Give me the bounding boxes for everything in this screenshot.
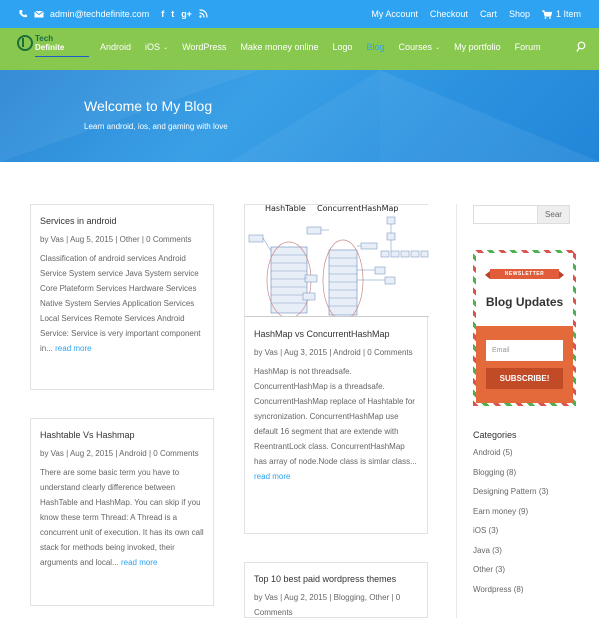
nav-item-forum[interactable]: Forum [515, 42, 541, 52]
post-meta: by Vas | Aug 5, 2015 | Other | 0 Comment… [40, 235, 192, 244]
category-link[interactable]: Other (3) [473, 560, 549, 580]
post-meta: by Vas | Aug 2, 2015 | Blogging, Other |… [254, 593, 401, 617]
read-more-link[interactable]: read more [121, 558, 157, 567]
newsletter-email-input[interactable]: Email [486, 340, 563, 361]
page-hero: Welcome to My Blog Learn android, ios, a… [0, 70, 599, 162]
rss-icon[interactable] [199, 9, 208, 18]
chevron-down-icon: ⌄ [163, 44, 169, 51]
sidebar-search-input[interactable] [473, 205, 539, 224]
post-meta: by Vas | Aug 3, 2015 | Android | 0 Comme… [254, 348, 413, 357]
chevron-down-icon: ⌄ [435, 44, 441, 51]
google-plus-icon[interactable]: g+ [181, 9, 192, 19]
search-icon[interactable] [576, 41, 586, 53]
hashmap-diagram-image: HashTable ConcurrentHashMap [248, 205, 429, 316]
phone-icon [19, 10, 27, 18]
thumb-label-concurrenthashmap: ConcurrentHashMap [317, 205, 398, 213]
nav-menu: Android iOS ⌄ WordPress Make money online… [100, 42, 555, 52]
read-more-link[interactable]: read more [55, 344, 91, 353]
nav-item-logo[interactable]: Logo [332, 42, 352, 52]
cart-count-link[interactable]: 1 Item [541, 9, 581, 19]
top-bar: admin@techdefinite.com f t g+ My Account… [0, 0, 599, 28]
post-meta: by Vas | Aug 2, 2015 | Android | 0 Comme… [40, 449, 199, 458]
post-card: Hashtable Vs Hashmap by Vas | Aug 2, 201… [30, 418, 214, 606]
post-title-link[interactable]: HashMap vs ConcurrentHashMap [254, 327, 418, 342]
post-excerpt-text: HashMap is not threadsafe. ConcurrentHas… [254, 367, 417, 466]
post-excerpt-text: There are some basic term you have to un… [40, 468, 204, 567]
contact-email-link[interactable]: admin@techdefinite.com [50, 9, 149, 19]
category-link[interactable]: iOS (3) [473, 521, 549, 541]
post-excerpt: There are some basic term you have to un… [40, 465, 204, 570]
post-title-link[interactable]: Services in android [40, 214, 204, 229]
post-excerpt: HashMap is not threadsafe. ConcurrentHas… [254, 364, 418, 484]
newsletter-widget: NEWSLETTER Blog Updates Email SUBSCRIBE! [473, 250, 576, 406]
subscribe-button[interactable]: SUBSCRIBE! [486, 368, 563, 389]
post-thumbnail[interactable]: HashTable ConcurrentHashMap [245, 205, 429, 317]
page-subtitle: Learn android, ios, and gaming with love [84, 122, 228, 131]
post-title-link[interactable]: Hashtable Vs Hashmap [40, 428, 204, 443]
nav-item-blog[interactable]: Blog [367, 42, 385, 52]
category-link[interactable]: Wordpress (8) [473, 580, 549, 600]
post-card: Top 10 best paid wordpress themes by Vas… [244, 562, 428, 618]
category-link[interactable]: Blogging (8) [473, 463, 549, 483]
nav-item-my-portfolio[interactable]: My portfolio [454, 42, 501, 52]
site-logo[interactable]: Tech Definite [17, 34, 89, 57]
nav-item-courses-label: Courses [398, 42, 433, 52]
cart-count-label: 1 Item [555, 9, 581, 19]
sidebar-search-button[interactable]: Sear [537, 205, 570, 224]
thumb-label-hashtable: HashTable [265, 205, 306, 213]
post-excerpt-text: Classification of android services Andro… [40, 254, 201, 353]
sidebar-divider [456, 204, 457, 618]
sidebar-search: Sear [473, 205, 570, 224]
post-card: Services in android by Vas | Aug 5, 2015… [30, 204, 214, 390]
page-title: Welcome to My Blog [84, 98, 213, 114]
category-link[interactable]: Java (3) [473, 541, 549, 561]
post-title-link[interactable]: Top 10 best paid wordpress themes [254, 572, 418, 587]
category-link[interactable]: Android (5) [473, 443, 549, 463]
nav-item-ios-label: iOS [145, 42, 161, 52]
twitter-icon[interactable]: t [171, 9, 174, 19]
envelope-icon [34, 10, 44, 18]
facebook-icon[interactable]: f [161, 9, 164, 19]
nav-item-android[interactable]: Android [100, 42, 131, 52]
shop-link[interactable]: Shop [509, 9, 530, 19]
logo-mark-icon [17, 35, 33, 51]
nav-item-make-money-online[interactable]: Make money online [240, 42, 318, 52]
post-excerpt: Classification of android services Andro… [40, 251, 204, 356]
nav-item-courses[interactable]: Courses ⌄ [399, 42, 441, 52]
newsletter-heading: Blog Updates [485, 295, 564, 309]
post-card: HashTable ConcurrentHashMap HashMap vs C… [244, 204, 429, 534]
cart-icon [541, 9, 552, 19]
category-link[interactable]: Earn money (9) [473, 502, 549, 522]
logo-underline [35, 56, 89, 57]
logo-text-tech: Tech [35, 34, 54, 43]
main-navigation: Tech Definite Android iOS ⌄ WordPress Mak… [0, 28, 599, 70]
logo-text-definite: Definite [35, 43, 65, 52]
nav-item-ios[interactable]: iOS ⌄ [145, 42, 168, 52]
nav-item-wordpress[interactable]: WordPress [182, 42, 226, 52]
cart-link[interactable]: Cart [480, 9, 497, 19]
newsletter-ribbon: NEWSLETTER [485, 269, 564, 279]
read-more-link[interactable]: read more [254, 472, 290, 481]
checkout-link[interactable]: Checkout [430, 9, 468, 19]
my-account-link[interactable]: My Account [371, 9, 418, 19]
category-link[interactable]: Designing Pattern (3) [473, 482, 549, 502]
categories-widget: Categories Android (5) Blogging (8) Desi… [473, 430, 549, 599]
categories-heading: Categories [473, 430, 517, 440]
